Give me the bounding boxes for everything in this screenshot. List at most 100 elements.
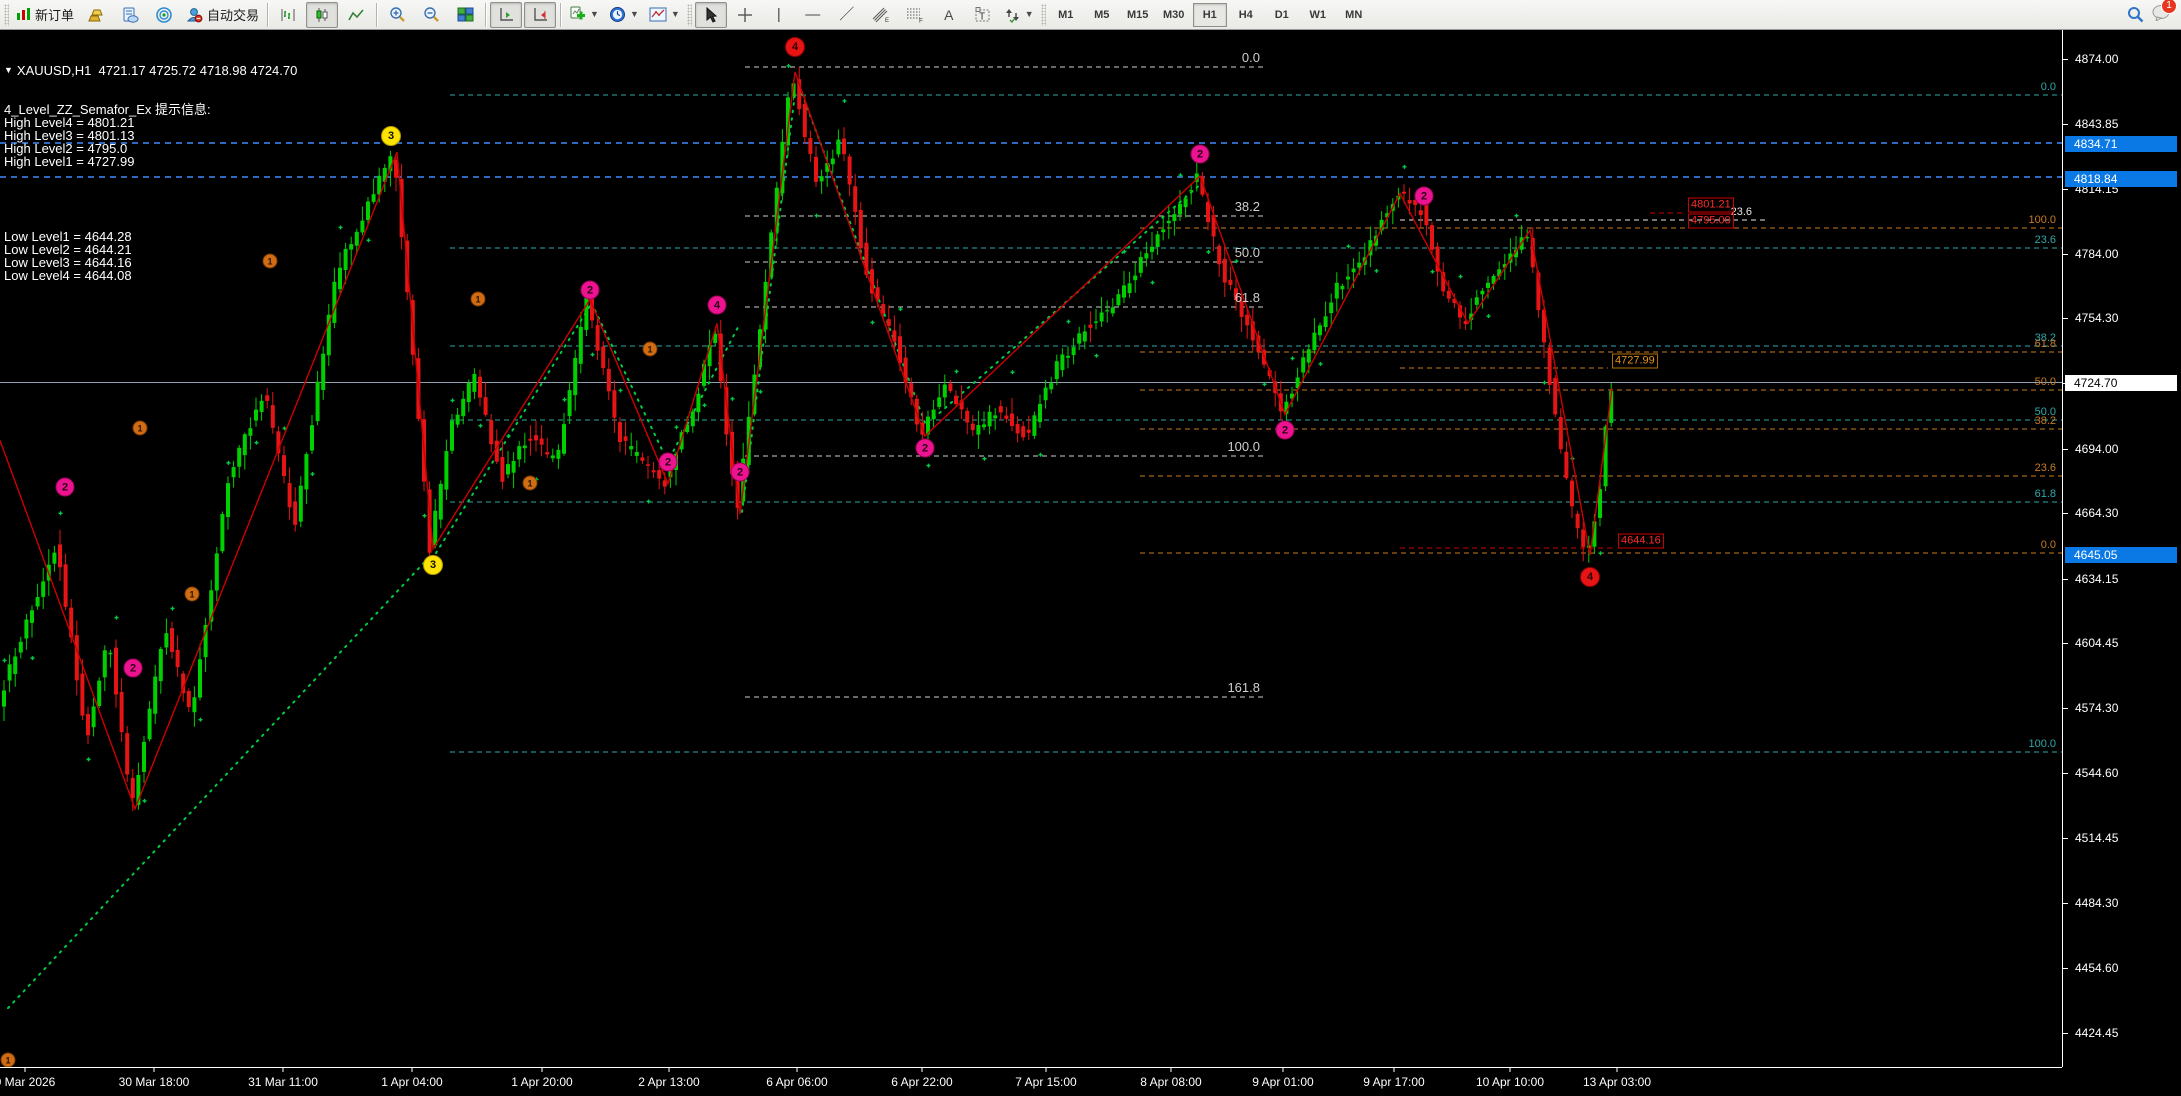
time-tick-mark xyxy=(542,1068,543,1072)
semafor-badge-2: 2 xyxy=(1276,421,1295,440)
svg-text:E: E xyxy=(885,18,889,23)
svg-text:F: F xyxy=(919,17,923,23)
text-tool-button[interactable]: A xyxy=(933,2,965,28)
line-chart-mode-button[interactable] xyxy=(340,2,372,28)
time-tick-label: 6 Apr 06:00 xyxy=(766,1075,827,1089)
indicators-button[interactable]: ▼ xyxy=(565,2,603,28)
search-icon[interactable] xyxy=(2127,6,2144,23)
data-window-button[interactable] xyxy=(114,2,146,28)
radar-icon xyxy=(156,7,173,23)
time-tick-label: 1 Apr 04:00 xyxy=(381,1075,442,1089)
level-price-tag: 4818.84 xyxy=(2065,171,2177,187)
price-tick-mark xyxy=(2063,579,2068,580)
fib-white-level-label: 100.0 xyxy=(1227,439,1260,454)
zoom-out-button[interactable] xyxy=(415,2,447,28)
trendline-tool-button[interactable]: ／ xyxy=(831,2,863,28)
semafor-badge-2: 2 xyxy=(731,463,750,482)
toolbar-grip xyxy=(4,4,9,26)
semafor-badge-2: 2 xyxy=(1415,187,1434,206)
price-tick-mark xyxy=(2063,708,2068,709)
time-tick-mark xyxy=(669,1068,670,1072)
zoom-in-button[interactable] xyxy=(381,2,413,28)
fib-white-level-label: 161.8 xyxy=(1227,680,1260,695)
autotrading-icon xyxy=(186,7,203,23)
template-icon xyxy=(649,7,667,22)
fib-teal-level-label: 100.0 xyxy=(2028,738,2056,750)
time-tick-label: 7 Apr 15:00 xyxy=(1015,1075,1076,1089)
price-tick-mark xyxy=(2063,318,2068,319)
semafor-level-price-label: 4727.99 xyxy=(1612,354,1658,369)
tile-windows-button[interactable] xyxy=(449,2,481,28)
time-tick-mark xyxy=(154,1068,155,1072)
channel-tool-button[interactable]: E xyxy=(865,2,897,28)
zoom-out-icon xyxy=(423,6,440,23)
notifications-button[interactable]: 1 xyxy=(2152,4,2171,26)
auto-scroll-button[interactable] xyxy=(490,2,522,28)
dropdown-caret: ▼ xyxy=(671,10,680,19)
fibonacci-tool-button[interactable]: F xyxy=(899,2,931,28)
timeframe-button-m15[interactable]: M15 xyxy=(1121,3,1155,27)
semafor-badge-4: 4 xyxy=(1580,567,1600,587)
timeframe-button-h4[interactable]: H4 xyxy=(1229,3,1263,27)
semafor-badge-3: 3 xyxy=(423,555,443,575)
time-tick-label: 9 Apr 17:00 xyxy=(1363,1075,1424,1089)
timeframe-button-w1[interactable]: W1 xyxy=(1301,3,1335,27)
price-axis[interactable]: 4874.004843.854814.154784.004754.304724.… xyxy=(2063,30,2181,1067)
crosshair-tool-button[interactable] xyxy=(729,2,761,28)
separator xyxy=(560,3,561,27)
signals-button[interactable] xyxy=(148,2,180,28)
timeframe-button-m5[interactable]: M5 xyxy=(1085,3,1119,27)
fib-white-level-label: 61.8 xyxy=(1235,290,1260,305)
timeframe-button-m30[interactable]: M30 xyxy=(1157,3,1191,27)
chart-info-block: ▼ XAUUSD,H1 4721.17 4725.72 4718.98 4724… xyxy=(4,38,297,308)
templates-button[interactable]: ▼ xyxy=(645,2,684,28)
candlestick-mode-button[interactable] xyxy=(306,2,338,28)
fib-orange-level-label: 23.6 xyxy=(2035,462,2056,474)
arrows-icon xyxy=(1005,7,1021,23)
cloud-document-icon xyxy=(122,7,139,23)
new-order-button[interactable]: 新订单 xyxy=(12,2,78,28)
time-axis[interactable]: 0 Mar 202630 Mar 18:0031 Mar 11:001 Apr … xyxy=(0,1067,2062,1096)
chart-shift-button[interactable] xyxy=(524,2,556,28)
bar-chart-icon xyxy=(280,7,296,23)
bar-chart-mode-button[interactable] xyxy=(272,2,304,28)
current-price-tag: 4724.70 xyxy=(2065,375,2177,391)
price-tick-mark xyxy=(2063,1033,2068,1034)
horizontal-line-tool-button[interactable]: — xyxy=(797,2,829,28)
one-click-trading-arrow[interactable]: ▼ xyxy=(4,64,13,77)
timeframe-toolbar: M1M5M15M30H1H4D1W1MN xyxy=(1048,3,1372,27)
market-watch-button[interactable] xyxy=(80,2,112,28)
cursor-tool-button[interactable] xyxy=(695,2,727,28)
candlestick-icon xyxy=(314,7,330,23)
fib-teal-level-label: 61.8 xyxy=(2035,488,2056,500)
time-tick-mark xyxy=(1171,1068,1172,1072)
fib-orange-level-label: 100.0 xyxy=(2028,214,2056,226)
fib-orange-level-label: 38.2 xyxy=(2035,415,2056,427)
level-price-tag: 4834.71 xyxy=(2065,136,2177,152)
timeframe-button-d1[interactable]: D1 xyxy=(1265,3,1299,27)
semafor-badge-1: 1 xyxy=(185,587,200,602)
price-tick-label: 4544.60 xyxy=(2075,766,2118,780)
timeframe-button-h1[interactable]: H1 xyxy=(1193,3,1227,27)
notification-count-badge: 1 xyxy=(2161,0,2177,14)
semafor-badge-2: 2 xyxy=(659,453,678,472)
new-order-icon xyxy=(16,7,31,22)
chart-shift-icon xyxy=(532,7,549,23)
semafor-level-price-label: 4801.21 xyxy=(1688,198,1734,213)
vertical-line-tool-button[interactable]: | xyxy=(763,2,795,28)
chart-area[interactable]: ▼ XAUUSD,H1 4721.17 4725.72 4718.98 4724… xyxy=(0,30,2063,1067)
fibonacci-icon: F xyxy=(906,7,924,23)
timeframe-button-mn[interactable]: MN xyxy=(1337,3,1371,27)
line-chart-icon xyxy=(348,7,364,23)
text-label-tool-button[interactable]: T xyxy=(967,2,999,28)
semafor-badge-1: 1 xyxy=(263,254,278,269)
arrows-tool-button[interactable]: ▼ xyxy=(1001,2,1038,28)
price-tick-label: 4454.60 xyxy=(2075,961,2118,975)
toolbar-grip xyxy=(687,4,692,26)
timeframe-button-m1[interactable]: M1 xyxy=(1049,3,1083,27)
periods-button[interactable]: ▼ xyxy=(605,2,643,28)
time-tick-mark xyxy=(283,1068,284,1072)
dropdown-caret: ▼ xyxy=(1025,10,1034,19)
autotrading-button[interactable]: 自动交易 xyxy=(182,2,263,28)
price-tick-mark xyxy=(2063,124,2068,125)
